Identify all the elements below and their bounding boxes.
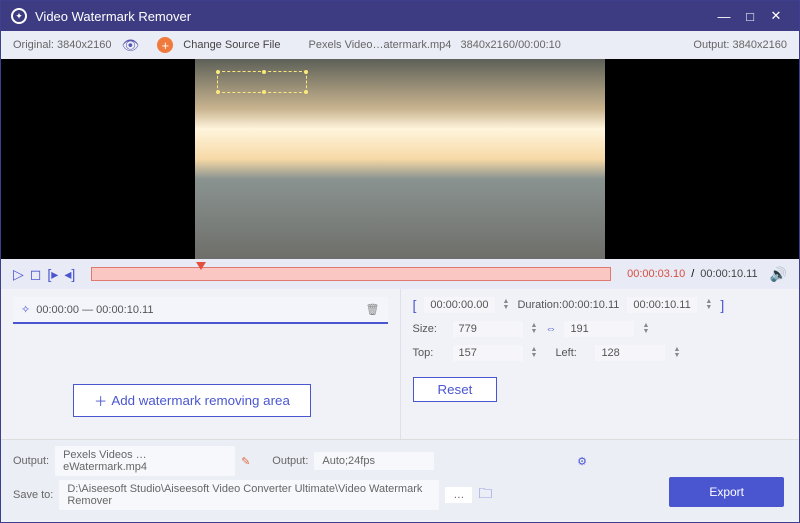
save-path: D:\Aiseesoft Studio\Aiseesoft Video Conv… bbox=[59, 480, 439, 510]
left-field[interactable]: 128 bbox=[595, 345, 665, 361]
change-source-button[interactable]: Change Source File bbox=[183, 39, 280, 51]
set-end-button[interactable]: ◂] bbox=[64, 266, 75, 283]
save-to-label: Save to: bbox=[13, 489, 53, 501]
set-start-button[interactable]: [▸ bbox=[47, 266, 58, 283]
start-time-field[interactable]: 00:00:00.00 bbox=[424, 297, 494, 313]
segment-range: 00:00:00 — 00:00:10.11 bbox=[36, 304, 153, 316]
stop-button[interactable]: ◻ bbox=[30, 266, 42, 283]
left-label: Left: bbox=[555, 347, 587, 359]
close-button[interactable]: ✕ bbox=[763, 8, 789, 24]
preview-toggle-icon[interactable]: 👁 bbox=[121, 37, 139, 54]
output-filename: Pexels Videos …eWatermark.mp4 bbox=[55, 446, 235, 476]
top-field[interactable]: 157 bbox=[453, 345, 523, 361]
output-resolution: Output: 3840x2160 bbox=[693, 39, 787, 51]
start-time-stepper[interactable]: ▲▼ bbox=[503, 299, 510, 311]
top-label: Top: bbox=[413, 347, 445, 359]
height-stepper[interactable]: ▲▼ bbox=[642, 323, 649, 335]
original-label: Original: 3840x2160 bbox=[13, 39, 111, 51]
output-format-label: Output: bbox=[272, 455, 308, 467]
left-stepper[interactable]: ▲▼ bbox=[673, 347, 680, 359]
top-stepper[interactable]: ▲▼ bbox=[531, 347, 538, 359]
source-file-info: Pexels Video…atermark.mp4 3840x2160/00:0… bbox=[309, 39, 561, 51]
time-total: 00:00:10.11 bbox=[700, 268, 757, 280]
range-end-bracket-icon[interactable]: ] bbox=[720, 297, 724, 313]
width-stepper[interactable]: ▲▼ bbox=[531, 323, 538, 335]
output-format: Auto;24fps bbox=[314, 452, 434, 470]
volume-icon[interactable]: 🔊 bbox=[770, 266, 787, 283]
rename-icon[interactable]: ✎ bbox=[241, 455, 250, 468]
play-button[interactable]: ▷ bbox=[13, 266, 24, 283]
output-name-label: Output: bbox=[13, 455, 49, 467]
timeline-cursor[interactable] bbox=[196, 262, 206, 270]
delete-segment-icon[interactable]: 🗑 bbox=[366, 303, 380, 316]
watermark-segment-row[interactable]: ✧ 00:00:00 — 00:00:10.11 🗑 bbox=[13, 297, 388, 324]
duration-label: Duration:00:00:10.11 bbox=[517, 299, 619, 311]
time-current: 00:00:03.10 bbox=[627, 268, 685, 280]
width-field[interactable]: 779 bbox=[453, 321, 523, 337]
browse-button[interactable]: … bbox=[445, 487, 472, 503]
size-label: Size: bbox=[413, 323, 445, 335]
add-source-icon[interactable]: + bbox=[157, 37, 173, 53]
range-start-bracket-icon[interactable]: [ bbox=[413, 297, 417, 313]
maximize-button[interactable]: □ bbox=[737, 9, 763, 24]
height-field[interactable]: 191 bbox=[564, 321, 634, 337]
export-button[interactable]: Export bbox=[669, 477, 784, 507]
wand-icon: ✧ bbox=[21, 303, 30, 316]
end-time-field[interactable]: 00:00:10.11 bbox=[627, 297, 697, 313]
watermark-selection-box[interactable] bbox=[217, 71, 307, 93]
app-title: Video Watermark Remover bbox=[35, 9, 711, 24]
reset-button[interactable]: Reset bbox=[413, 377, 498, 402]
open-folder-icon[interactable]: 🗀 bbox=[478, 483, 492, 507]
link-aspect-icon[interactable]: ⇔ bbox=[545, 323, 556, 335]
timeline-track[interactable] bbox=[91, 267, 611, 281]
app-logo-icon: ✦ bbox=[11, 8, 27, 24]
video-preview[interactable] bbox=[1, 59, 799, 259]
minimize-button[interactable]: — bbox=[711, 9, 737, 24]
end-time-stepper[interactable]: ▲▼ bbox=[705, 299, 712, 311]
settings-icon[interactable]: ⚙ bbox=[577, 455, 587, 468]
add-watermark-area-button[interactable]: ＋ Add watermark removing area bbox=[73, 384, 311, 417]
